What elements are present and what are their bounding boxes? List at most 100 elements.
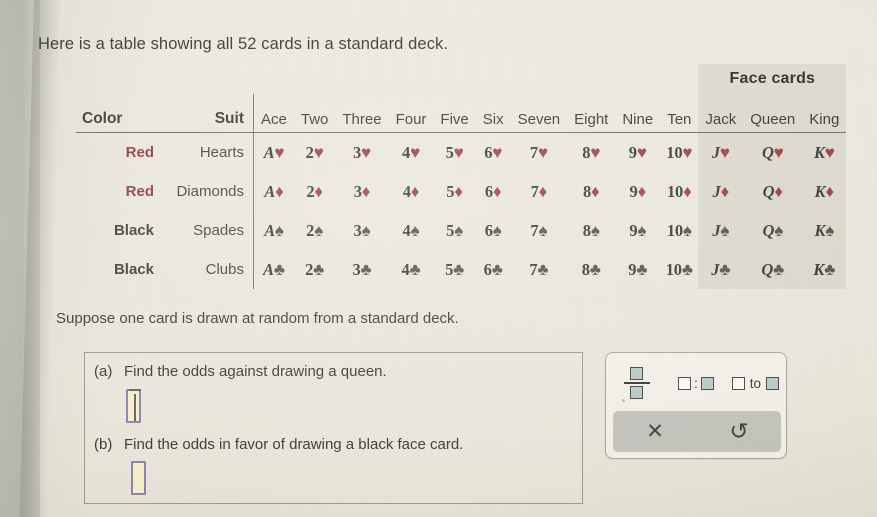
- suit-pip-icon: ♠: [274, 220, 284, 240]
- card-cell: 2♣: [294, 250, 336, 289]
- card-3-diamonds: 3♦: [354, 182, 371, 201]
- suit-pip-icon: ♠: [492, 220, 502, 240]
- card-2-spades: 2♠: [306, 221, 323, 240]
- suit-pip-icon: ♠: [682, 220, 692, 240]
- card-rank: 6: [484, 181, 493, 201]
- suit-pip-icon: ♥: [492, 142, 503, 162]
- answer-input-a[interactable]: [126, 389, 141, 423]
- card-cell: 2♠: [294, 211, 336, 250]
- card-3-spades: 3♠: [354, 221, 371, 240]
- suit-pip-icon: ♣: [636, 259, 648, 279]
- suit-pip-icon: ♦: [825, 181, 834, 201]
- suit-pip-icon: ♠: [774, 220, 784, 240]
- card-rank: Q: [762, 181, 775, 201]
- face-cards-header: Face cards: [698, 64, 847, 94]
- card-7-clubs: 7♣: [529, 260, 548, 279]
- suit-pip-icon: ♠: [637, 220, 647, 240]
- card-J-clubs: J♣: [711, 260, 730, 279]
- suit-pip-icon: ♠: [361, 220, 371, 240]
- math-keypad-toolbar: : to ✕ ↺: [605, 352, 787, 459]
- ratio-colon-template-button[interactable]: :: [667, 375, 724, 391]
- card-rank: 8: [582, 181, 592, 201]
- card-A-diamonds: A♦: [264, 182, 284, 201]
- card-Q-diamonds: Q♦: [763, 182, 783, 201]
- card-cell: K♥: [802, 132, 847, 172]
- fraction-template-button[interactable]: [606, 367, 667, 399]
- card-K-hearts: K♥: [814, 143, 835, 162]
- suit-pip-icon: ♣: [537, 259, 549, 279]
- card-rank: 10: [666, 142, 683, 162]
- card-cell: 9♠: [615, 211, 660, 250]
- card-cell: K♦: [802, 172, 847, 211]
- card-10-clubs: 10♣: [666, 260, 693, 279]
- card-rank: 3: [352, 259, 361, 279]
- card-rank: K: [813, 142, 825, 162]
- answer-input-b[interactable]: [131, 461, 146, 495]
- table-row: Black Spades A♠ 2♠ 3♠ 4♠ 5♠ 6♠ 7♠ 8♠ 9♠ 10♠ J♠ Q♠ K♠: [76, 211, 847, 250]
- header-rank-seven: Seven: [517, 111, 561, 128]
- to-right-placeholder: [765, 376, 779, 390]
- face-cards-header-row: Face cards: [76, 64, 847, 94]
- table-row: Red Diamonds A♦ 2♦ 3♦ 4♦ 5♦ 6♦ 7♦ 8♦ 9♦ 10♦ J♦ Q♦ K♦: [76, 172, 847, 211]
- suit-pip-icon: ♥: [824, 142, 835, 162]
- suit-pip-icon: ♦: [774, 181, 783, 201]
- suit-pip-icon: ♦: [637, 181, 647, 201]
- card-J-spades: J♠: [712, 221, 729, 240]
- face-header-spacer: [76, 64, 698, 94]
- card-cell: 6♣: [476, 250, 511, 289]
- suit-pip-icon: ♥: [361, 142, 371, 162]
- ratio-to-template-button[interactable]: to: [725, 376, 786, 391]
- column-header-row: Color Suit Ace Two Three Four Five Six Seven Eigh…: [76, 94, 847, 132]
- card-cell: 2♦: [294, 172, 336, 211]
- card-cell: Q♠: [743, 211, 803, 250]
- card-3-hearts: 3♥: [353, 143, 371, 162]
- undo-icon[interactable]: ↺: [697, 411, 781, 452]
- card-cell: 6♦: [476, 172, 511, 211]
- suit-pip-icon: ♦: [492, 181, 502, 201]
- question-a-label: (a): [94, 363, 113, 380]
- suit-pip-icon: ♥: [590, 142, 601, 162]
- card-rank: 6: [484, 220, 493, 240]
- fraction-numerator-placeholder: [630, 367, 644, 380]
- clear-icon[interactable]: ✕: [613, 411, 697, 452]
- cell-suit-0: Hearts: [199, 144, 244, 161]
- card-6-clubs: 6♣: [484, 260, 503, 279]
- card-cell: 3♣: [335, 250, 388, 289]
- card-cell: 3♦: [335, 172, 388, 211]
- intro-text: Here is a table showing all 52 cards in …: [38, 35, 449, 53]
- card-cell: 7♣: [511, 250, 568, 289]
- card-cell: 9♣: [615, 250, 660, 289]
- page-content: Here is a table showing all 52 cards in …: [0, 0, 877, 517]
- card-rank: K: [813, 259, 825, 279]
- cell-color-1: Red: [125, 183, 154, 200]
- card-cell: 5♠: [433, 211, 475, 250]
- suit-pip-icon: ♣: [719, 259, 731, 279]
- suit-pip-icon: ♣: [491, 259, 503, 279]
- card-9-spades: 9♠: [629, 221, 646, 240]
- card-rank: 5: [446, 220, 455, 240]
- card-5-clubs: 5♣: [445, 260, 464, 279]
- suit-pip-icon: ♦: [720, 181, 730, 201]
- suit-pip-icon: ♥: [410, 142, 420, 162]
- card-cell: 8♦: [567, 172, 615, 211]
- card-cell: J♦: [698, 172, 744, 211]
- header-rank-three: Three: [342, 111, 382, 128]
- card-7-diamonds: 7♦: [531, 182, 548, 201]
- card-rank: 8: [581, 259, 590, 279]
- card-J-hearts: J♥: [712, 143, 730, 162]
- suit-pip-icon: ♣: [589, 259, 601, 279]
- card-rank: 3: [353, 220, 362, 240]
- ratio-colon-separator: :: [694, 375, 698, 391]
- card-cell: 8♣: [567, 250, 615, 289]
- card-rank: 2: [305, 142, 314, 162]
- suit-pip-icon: ♥: [313, 142, 324, 162]
- card-cell: 4♦: [389, 172, 434, 211]
- card-cell: 8♥: [567, 133, 615, 173]
- card-cell: 7♥: [511, 133, 568, 173]
- card-4-hearts: 4♥: [402, 143, 420, 162]
- speck-artifact: [622, 399, 625, 402]
- card-cell: J♥: [698, 132, 744, 172]
- table-row: Red Hearts A♥ 2♥ 3♥ 4♥ 5♥ 6♥ 7♥ 8♥ 9♥ 10♥ J♥ Q♥ K♥: [76, 132, 847, 173]
- suit-pip-icon: ♠: [410, 220, 420, 240]
- card-rank: K: [814, 181, 826, 201]
